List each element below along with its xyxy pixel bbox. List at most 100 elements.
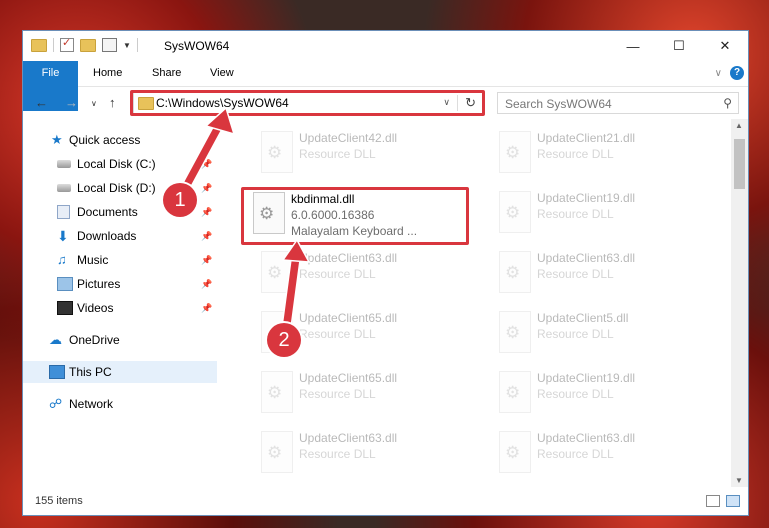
list-item[interactable]: UpdateClient63.dll Resource DLL — [261, 429, 471, 479]
vertical-scrollbar[interactable]: ▲ ▼ — [731, 119, 748, 487]
drive-icon — [57, 184, 71, 192]
ribbon: File Home Share View ∨ ? — [23, 61, 748, 111]
up-arrow-icon[interactable]: ↑ — [109, 95, 116, 110]
item-count: 155 items — [35, 495, 83, 507]
step-badge-2: 2 — [267, 323, 301, 357]
sidebar-item-label: Local Disk (D:) — [77, 181, 156, 195]
list-item[interactable]: UpdateClient63.dll Resource DLL — [499, 429, 709, 479]
sidebar-item-videos[interactable]: Videos 📌 — [23, 297, 217, 319]
pin-icon: 📌 — [201, 302, 213, 313]
large-icons-view-icon[interactable] — [726, 495, 740, 507]
file-name: UpdateClient21.dll — [537, 131, 636, 145]
sidebar-item-label: Downloads — [77, 229, 137, 243]
maximize-button[interactable]: ☐ — [656, 31, 702, 61]
minimize-button[interactable]: — — [610, 31, 656, 61]
dll-file-icon — [499, 371, 531, 413]
dll-file-icon — [499, 191, 531, 233]
customize-icon[interactable] — [102, 38, 117, 52]
new-folder-icon[interactable] — [80, 38, 96, 52]
list-item[interactable]: UpdateClient42.dll Resource DLL — [261, 129, 471, 179]
dll-file-icon — [499, 131, 531, 173]
sidebar-item-pictures[interactable]: Pictures 📌 — [23, 273, 217, 295]
sidebar-item-local-disk-c[interactable]: Local Disk (C:) 📌 — [23, 153, 217, 175]
file-name: UpdateClient19.dll — [537, 191, 636, 205]
close-button[interactable]: ✕ — [702, 31, 748, 61]
scroll-up-icon[interactable]: ▲ — [735, 121, 743, 130]
folder-icon — [31, 38, 47, 52]
sidebar-item-onedrive[interactable]: ☁ OneDrive — [23, 329, 217, 351]
status-bar: 155 items — [23, 487, 748, 515]
details-view-icon[interactable] — [706, 495, 720, 507]
dll-file-icon — [261, 131, 293, 173]
dll-file-icon — [499, 311, 531, 353]
computer-icon — [49, 365, 65, 379]
sidebar-item-label: Network — [69, 397, 114, 411]
properties-check-icon[interactable] — [60, 36, 74, 52]
separator — [136, 38, 138, 52]
qat-dropdown-icon[interactable]: ▼ — [123, 41, 131, 50]
file-description: Resource DLL — [537, 207, 614, 221]
expand-ribbon-icon[interactable]: ∨ — [715, 68, 722, 79]
pin-icon: 📌 — [201, 158, 213, 169]
file-name: UpdateClient42.dll — [299, 131, 398, 145]
tab-view[interactable]: View — [210, 61, 234, 86]
back-arrow-icon[interactable]: ← — [35, 95, 48, 110]
navigation-pane: ★ Quick access Local Disk (C:) 📌 Local D… — [23, 125, 217, 487]
help-icon[interactable]: ? — [730, 66, 744, 80]
window-title: SysWOW64 — [164, 39, 230, 53]
file-name: UpdateClient5.dll — [537, 311, 629, 325]
music-icon: ♫ — [57, 252, 67, 267]
tab-share[interactable]: Share — [152, 61, 181, 86]
file-description: Resource DLL — [299, 327, 376, 341]
list-item[interactable]: UpdateClient19.dll Resource DLL — [499, 189, 709, 239]
pin-icon: 📌 — [201, 206, 213, 217]
file-highlight-box — [241, 187, 469, 245]
file-name: UpdateClient19.dll — [537, 371, 636, 385]
network-icon: ☍ — [49, 396, 63, 411]
file-name: UpdateClient65.dll — [299, 371, 398, 385]
forward-arrow-icon[interactable]: → — [65, 95, 78, 110]
sidebar-item-network[interactable]: ☍ Network — [23, 393, 217, 415]
file-description: Resource DLL — [537, 327, 614, 341]
file-list: UpdateClient42.dll Resource DLL kbdinmal… — [228, 125, 731, 487]
pin-icon: 📌 — [201, 278, 213, 289]
drive-icon — [57, 160, 71, 168]
explorer-window: ▼ SysWOW64 — ☐ ✕ File Home Share View ∨ … — [22, 30, 749, 516]
search-box[interactable]: Search SysWOW64 ⚲ — [497, 92, 739, 114]
navigation-bar: ← → ∨ ↑ C:\Windows\SysWOW64 ∨ ↻ Search S… — [23, 87, 748, 119]
file-name: UpdateClient65.dll — [299, 311, 398, 325]
list-item[interactable]: UpdateClient19.dll Resource DLL — [499, 369, 709, 419]
file-description: Resource DLL — [537, 447, 614, 461]
quick-access-toolbar: ▼ — [31, 36, 138, 52]
sidebar-item-label: Documents — [77, 205, 138, 219]
sidebar-item-label: Videos — [77, 301, 114, 315]
list-item[interactable]: UpdateClient21.dll Resource DLL — [499, 129, 709, 179]
step-badge-1: 1 — [163, 183, 197, 217]
sidebar-item-downloads[interactable]: ⬇ Downloads 📌 — [23, 225, 217, 247]
videos-icon — [57, 301, 73, 315]
scroll-thumb[interactable] — [734, 139, 745, 189]
tab-home[interactable]: Home — [93, 61, 122, 86]
download-icon: ⬇ — [57, 228, 69, 244]
address-highlight-box — [130, 90, 485, 116]
sidebar-item-quick-access[interactable]: ★ Quick access — [23, 129, 217, 151]
sidebar-item-this-pc[interactable]: This PC — [23, 361, 217, 383]
pin-icon: 📌 — [201, 230, 213, 241]
file-description: Resource DLL — [299, 147, 376, 161]
scroll-down-icon[interactable]: ▼ — [735, 476, 743, 485]
list-item[interactable]: UpdateClient5.dll Resource DLL — [499, 309, 709, 359]
file-name: UpdateClient63.dll — [537, 431, 636, 445]
dll-file-icon — [499, 251, 531, 293]
sidebar-item-label: Music — [77, 253, 109, 267]
sidebar-item-label: Local Disk (C:) — [77, 157, 156, 171]
sidebar-item-music[interactable]: ♫ Music 📌 — [23, 249, 217, 271]
dll-file-icon — [261, 371, 293, 413]
pictures-icon — [57, 277, 73, 291]
file-description: Resource DLL — [537, 147, 614, 161]
recent-locations-icon[interactable]: ∨ — [91, 99, 97, 108]
list-item[interactable]: UpdateClient65.dll Resource DLL — [261, 369, 471, 419]
separator — [53, 38, 54, 52]
list-item[interactable]: UpdateClient63.dll Resource DLL — [499, 249, 709, 299]
list-item[interactable]: UpdateClient63.dll Resource DLL — [261, 249, 471, 299]
file-name: UpdateClient63.dll — [299, 251, 398, 265]
